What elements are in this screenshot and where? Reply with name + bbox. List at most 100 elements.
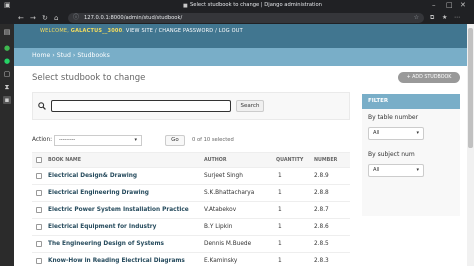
change-password-link[interactable]: CHANGE PASSWORD [159, 28, 214, 34]
plus-icon: + [406, 75, 411, 80]
search-input[interactable] [51, 100, 231, 112]
author-cell: B.Y Lipkin [204, 224, 233, 230]
url-input[interactable]: ⓘ 127.0.0.1:8000/admin/stud/studbook/ ☆ [68, 13, 424, 23]
number-cell: 2.8.8 [314, 190, 329, 196]
table-number-select[interactable]: All ▾ [368, 127, 424, 140]
address-bar-row: ← → ↻ ⌂ ⓘ 127.0.0.1:8000/admin/stud/stud… [0, 12, 474, 24]
select-all-checkbox[interactable] [36, 157, 42, 163]
filter-by-table-number-label: By table number [368, 114, 419, 121]
back-icon[interactable]: ← [18, 13, 24, 23]
action-select-value: --------- [59, 137, 76, 143]
column-book-name[interactable]: BOOK NAME [48, 158, 81, 163]
number-cell: 2.8.7 [314, 207, 329, 213]
breadcrumb-sep: › [52, 52, 55, 59]
filter-by-subject-num-label: By subject num [368, 151, 415, 158]
favorites-icon[interactable]: ★ [442, 14, 447, 22]
row-checkbox[interactable] [36, 190, 42, 196]
breadcrumb-app[interactable]: Stud [57, 52, 71, 59]
username: GALACTUS__3000 [70, 28, 123, 34]
book-name-link[interactable]: Electrical Design& Drawing [48, 173, 137, 179]
extensions-icon[interactable]: ⧉ [430, 14, 434, 22]
maximize-icon[interactable]: □ [446, 1, 453, 10]
chevron-down-icon: ▾ [416, 167, 419, 173]
actions-bar: Action: --------- ▾ Go 0 of 10 selected [32, 134, 350, 148]
page-scrollbar[interactable] [467, 24, 474, 266]
chevron-down-icon: ▾ [134, 137, 137, 143]
breadcrumb-home[interactable]: Home [32, 52, 50, 59]
log-out-link[interactable]: LOG OUT [219, 28, 243, 34]
browser-sidebar: ▤ ● ● ▢ ⧗ ▪ [0, 24, 14, 266]
row-checkbox[interactable] [36, 173, 42, 179]
author-cell: E.Kaminsky [204, 258, 238, 264]
subject-num-select[interactable]: All ▾ [368, 164, 424, 177]
filter-panel: FILTER By table number All ▾ By subject … [362, 94, 460, 216]
separator: / [215, 28, 217, 34]
spotify-icon[interactable]: ● [3, 44, 11, 52]
separator: / [154, 28, 157, 34]
url-text: 127.0.0.1:8000/admin/stud/studbook/ [84, 14, 183, 21]
book-name-link[interactable]: Electrical Engineering Drawing [48, 190, 149, 196]
search-button[interactable]: Search [236, 100, 264, 112]
view-site-link[interactable]: VIEW SITE [126, 28, 153, 34]
filter-header: FILTER [362, 94, 460, 109]
tab-actions-icon[interactable]: ▤ [3, 28, 11, 36]
column-quantity[interactable]: QUANTITY [276, 158, 303, 163]
table-number-value: All [373, 130, 380, 136]
window-title: Select studbook to change | Django admin… [190, 2, 322, 8]
book-name-link[interactable]: Electric Power System Installation Pract… [48, 207, 189, 213]
number-cell: 2.8.3 [314, 258, 329, 264]
whatsapp-icon[interactable]: ● [3, 57, 11, 65]
search-icon [38, 102, 46, 110]
browser-menu-icon[interactable]: ▣ [4, 1, 11, 10]
action-label: Action: [32, 137, 53, 143]
table-row: Electrical Equipment for Industry B.Y Lip… [32, 219, 350, 236]
book-name-link[interactable]: Know-How in Reading Electrical Diagrams [48, 258, 185, 264]
row-checkbox[interactable] [36, 241, 42, 247]
info-icon[interactable]: ⓘ [73, 14, 79, 22]
reload-icon[interactable]: ↻ [42, 13, 48, 23]
table-header: BOOK NAME AUTHOR QUANTITY NUMBER [32, 152, 350, 168]
number-cell: 2.8.5 [314, 241, 329, 247]
table-row: The Engineering Design of Systems Dennis … [32, 236, 350, 253]
history-icon[interactable]: ⧗ [3, 83, 11, 91]
column-author[interactable]: AUTHOR [204, 158, 227, 163]
active-tab-icon[interactable]: ▪ [3, 96, 11, 104]
table-row: Electrical Engineering Drawing S.K.Bhatta… [32, 185, 350, 202]
more-options-icon[interactable]: ⋯ [454, 14, 460, 22]
quantity-cell: 1 [278, 224, 282, 230]
author-cell: Surjeet Singh [204, 173, 243, 179]
minimize-icon[interactable]: – [432, 1, 436, 10]
quantity-cell: 1 [278, 207, 282, 213]
chevron-down-icon: ▾ [416, 130, 419, 136]
close-icon[interactable]: ✕ [460, 1, 466, 10]
breadcrumb-model: Studbooks [77, 52, 110, 59]
search-bar: Search [32, 92, 350, 120]
book-name-link[interactable]: The Engineering Design of Systems [48, 241, 164, 247]
action-select[interactable]: --------- ▾ [54, 135, 142, 146]
admin-header: WELCOME, GALACTUS__3000. VIEW SITE / CHA… [14, 24, 474, 48]
row-checkbox[interactable] [36, 258, 42, 264]
table-row: Know-How in Reading Electrical Diagrams E… [32, 253, 350, 266]
author-cell: Dennis M.Buede [204, 241, 252, 247]
selection-counter: 0 of 10 selected [192, 137, 234, 143]
number-cell: 2.8.6 [314, 224, 329, 230]
forward-icon[interactable]: → [30, 13, 36, 23]
column-number[interactable]: NUMBER [314, 158, 337, 163]
home-icon[interactable]: ⌂ [54, 13, 58, 23]
table-row: Electrical Design& Drawing Surjeet Singh 1… [32, 168, 350, 185]
table-row: Electric Power System Installation Pract… [32, 202, 350, 219]
go-button[interactable]: Go [165, 135, 185, 146]
quantity-cell: 1 [278, 173, 282, 179]
scrollbar-thumb[interactable] [468, 28, 473, 148]
quantity-cell: 1 [278, 258, 282, 264]
breadcrumb: Home › Stud › Studbooks [14, 48, 474, 66]
book-name-link[interactable]: Electrical Equipment for Industry [48, 224, 156, 230]
tab-favicon-icon: ■ [183, 3, 188, 9]
collections-icon[interactable]: ▢ [3, 70, 11, 78]
row-checkbox[interactable] [36, 224, 42, 230]
bookmark-icon[interactable]: ☆ [414, 14, 419, 22]
django-admin-page: WELCOME, GALACTUS__3000. VIEW SITE / CHA… [14, 24, 474, 266]
add-studbook-button[interactable]: + ADD STUDBOOK [398, 72, 460, 83]
row-checkbox[interactable] [36, 207, 42, 213]
user-tools: WELCOME, GALACTUS__3000. VIEW SITE / CHA… [40, 28, 243, 34]
